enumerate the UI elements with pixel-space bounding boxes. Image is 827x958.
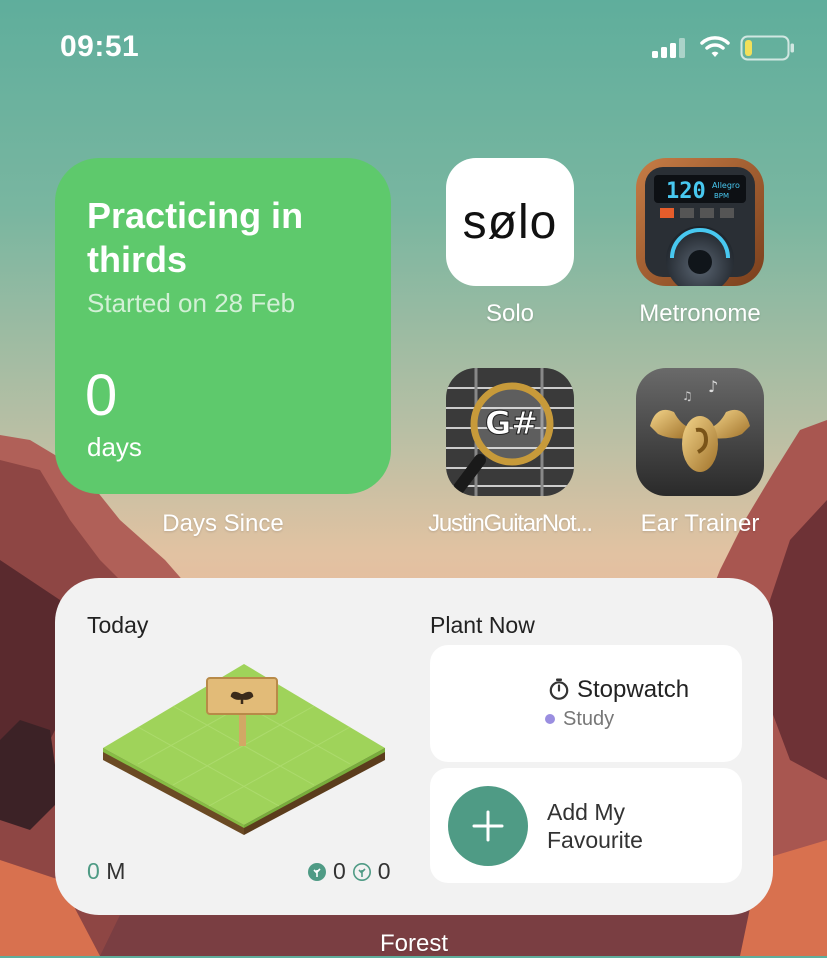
guitar-note-magnifier-icon: G# xyxy=(446,368,574,496)
forest-island-illustration xyxy=(103,664,385,835)
svg-text:120: 120 xyxy=(666,179,706,204)
minutes-unit: M xyxy=(106,858,126,884)
metronome-app-icon[interactable]: 120 Allegro BPM xyxy=(636,158,764,286)
forest-widget-label: Forest xyxy=(379,930,448,957)
battery-icon xyxy=(740,35,794,61)
wifi-icon xyxy=(700,36,730,57)
status-bar: 09:51 xyxy=(0,0,827,90)
healthy-tree-icon xyxy=(308,862,326,881)
stopwatch-title: Stopwatch xyxy=(577,676,690,703)
svg-text:BPM: BPM xyxy=(714,192,729,200)
days-since-widget[interactable]: Practicing in thirds Started on 28 Feb 0… xyxy=(55,158,391,494)
days-count: 0 xyxy=(85,363,118,428)
forest-widget[interactable]: Today Plant Now 0 M 0 0 Stopwatch Study … xyxy=(55,578,773,915)
add-favourite-card[interactable]: Add My Favourite xyxy=(430,768,742,883)
add-favourite-button[interactable] xyxy=(448,786,528,866)
healthy-tree-count: 0 xyxy=(333,858,346,884)
cellular-signal-icon xyxy=(652,38,685,58)
metronome-icon: 120 Allegro BPM xyxy=(636,158,764,286)
stopwatch-icon xyxy=(549,678,569,700)
svg-text:G#: G# xyxy=(485,404,538,442)
tree-counts: 0 0 xyxy=(307,858,391,885)
ear-trainer-app-icon[interactable]: ♪ ♫ xyxy=(636,368,764,496)
svg-text:♪: ♪ xyxy=(708,377,718,396)
add-favourite-label: Add My Favourite xyxy=(547,799,643,853)
widget-title: Practicing in thirds xyxy=(87,195,304,280)
days-since-label: Days Since xyxy=(162,510,284,537)
justinguitar-app-icon[interactable]: G# xyxy=(446,368,574,496)
svg-text:Allegro: Allegro xyxy=(712,181,740,190)
today-label: Today xyxy=(87,612,149,638)
solo-app-label[interactable]: Solo xyxy=(430,300,590,328)
svg-text:♫: ♫ xyxy=(682,389,693,403)
dead-tree-icon xyxy=(352,862,371,881)
study-tag-dot xyxy=(545,714,555,724)
solo-app-icon[interactable]: sølo xyxy=(446,158,574,286)
solo-logo: sølo xyxy=(462,195,558,249)
metronome-app-label[interactable]: Metronome xyxy=(610,300,790,328)
stopwatch-card[interactable]: Stopwatch Study xyxy=(430,645,742,762)
minutes-value: 0 xyxy=(87,858,100,884)
ear-trainer-icon: ♪ ♫ xyxy=(636,368,764,496)
widget-subtitle: Started on 28 Feb xyxy=(87,288,296,318)
justinguitar-app-label[interactable]: JustinGuitarNot... xyxy=(415,510,605,538)
dead-tree-count: 0 xyxy=(377,858,391,884)
study-tag-label: Study xyxy=(563,708,615,730)
plant-now-label: Plant Now xyxy=(430,612,535,638)
ear-trainer-app-label[interactable]: Ear Trainer xyxy=(610,510,790,538)
plus-icon xyxy=(472,810,504,842)
focus-minutes: 0 M xyxy=(87,858,125,885)
days-unit: days xyxy=(87,432,142,462)
status-time: 09:51 xyxy=(60,30,140,63)
